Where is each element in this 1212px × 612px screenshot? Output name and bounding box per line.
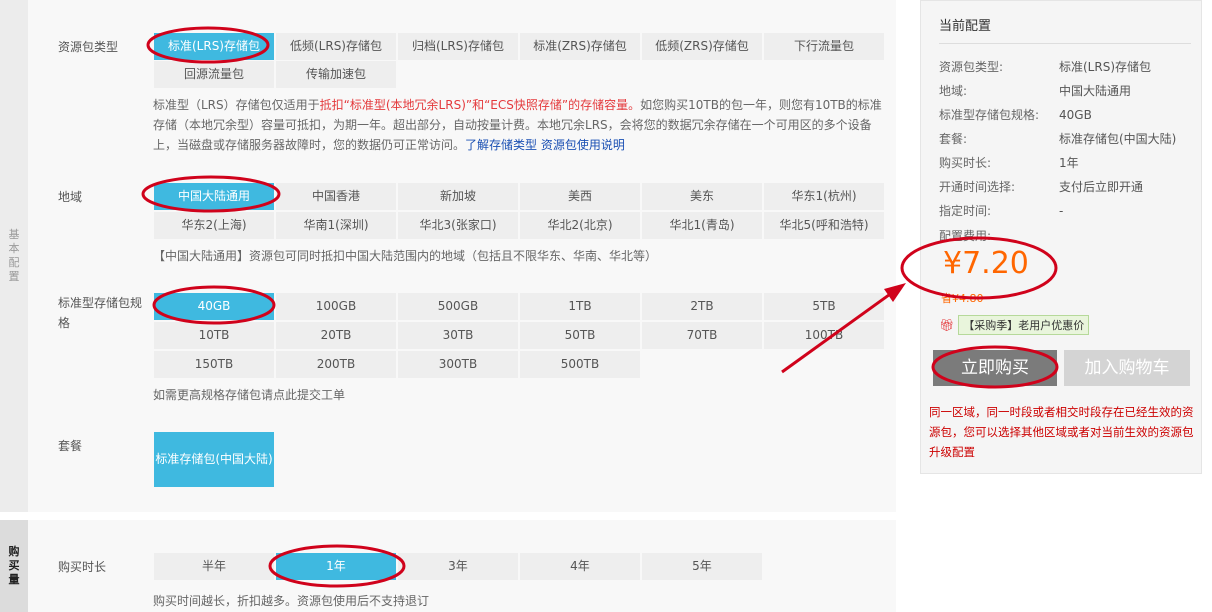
region-option[interactable]: 新加坡 [398,183,518,210]
spec-option[interactable]: 200TB [276,351,396,378]
summary-row: 资源包类型: 标准(LRS)存储包 [939,57,1199,77]
desc-text: 标准型（LRS）存储包仅适用于 [153,98,320,112]
region-label: 地域 [58,190,83,204]
region-option[interactable]: 华南1(深圳) [276,212,396,239]
order-summary: 当前配置 资源包类型: 标准(LRS)存储包 地域: 中国大陆通用 标准型存储包规格… [920,0,1202,474]
spec-option[interactable]: 50TB [520,322,640,349]
region-option[interactable]: 美东 [642,183,762,210]
summary-key: 开通时间选择: [939,180,1016,194]
spec-option[interactable]: 2TB [642,293,762,320]
region-option[interactable]: 美西 [520,183,640,210]
duration-option[interactable]: 3年 [398,553,518,580]
package-type-option[interactable]: 标准(LRS)存储包 [154,33,274,60]
price: ¥7.20 [943,246,1029,281]
summary-row: 指定时间: - [939,201,1199,221]
summary-title: 当前配置 [939,19,992,34]
package-type-label: 资源包类型 [58,40,119,54]
summary-row: 地域: 中国大陆通用 [939,81,1199,101]
spec-option[interactable]: 20TB [276,322,396,349]
summary-row: 购买时长: 1年 [939,153,1199,173]
rail-char: 量 [8,573,20,586]
summary-value: 支付后立即开通 [1059,180,1144,194]
package-type-option[interactable]: 低频(LRS)存储包 [276,33,396,60]
region-option[interactable]: 华北2(北京) [520,212,640,239]
add-to-cart-button[interactable]: 加入购物车 [1064,350,1190,386]
duration-option[interactable]: 4年 [520,553,640,580]
divider [939,43,1191,44]
section-rail-purchase: 购 买 量 [0,520,28,612]
region-option[interactable]: 中国香港 [276,183,396,210]
package-type-option[interactable]: 归档(LRS)存储包 [398,33,518,60]
spec-option[interactable]: 10TB [154,322,274,349]
package-type-option[interactable]: 下行流量包 [764,33,884,60]
rail-char: 本 [8,242,20,255]
region-option[interactable]: 华北3(张家口) [398,212,518,239]
duration-option[interactable]: 5年 [642,553,762,580]
rail-char: 基 [8,228,20,241]
duration-option[interactable]: 半年 [154,553,274,580]
package-type-option[interactable]: 回源流量包 [154,61,274,88]
savings: 省¥4.80 [941,292,984,305]
region-option[interactable]: 华东2(上海) [154,212,274,239]
spec-option[interactable]: 150TB [154,351,274,378]
spec-option[interactable]: 100TB [764,322,884,349]
summary-value: 中国大陆通用 [1059,84,1132,98]
summary-key: 标准型存储包规格: [939,108,1040,122]
rail-char: 置 [8,270,20,283]
summary-value: 标准(LRS)存储包 [1059,60,1152,74]
spec-option[interactable]: 100GB [276,293,396,320]
rail-char: 买 [8,559,20,572]
spec-option[interactable]: 70TB [642,322,762,349]
spec-option[interactable]: 30TB [398,322,518,349]
spec-ticket-hint[interactable]: 如需更高规格存储包请点此提交工单 [153,385,888,405]
spec-option[interactable]: 1TB [520,293,640,320]
spec-option[interactable]: 300TB [398,351,518,378]
summary-value: 40GB [1059,108,1092,122]
summary-row: 标准型存储包规格: 40GB [939,105,1199,125]
spec-option[interactable]: 500GB [398,293,518,320]
duration-description: 购买时间越长，折扣越多。资源包使用后不支持退订 [153,594,430,608]
summary-key: 配置费用: [939,229,992,243]
section-rail-basic-config: 基 本 配 置 [0,0,28,512]
summary-row: 开通时间选择: 支付后立即开通 [939,177,1199,197]
warning-message: 同一区域，同一时段或者相交时段存在已经生效的资源包，您可以选择其他区域或者对当前… [929,405,1194,459]
summary-key: 套餐: [939,132,968,146]
package-type-description: 标准型（LRS）存储包仅适用于抵扣“标准型(本地冗余LRS)”和“ECS快照存储… [153,95,888,155]
package-type-option[interactable]: 低频(ZRS)存储包 [642,33,762,60]
summary-key: 资源包类型: [939,60,1004,74]
rail-char: 购 [8,545,20,558]
storage-type-link[interactable]: 了解存储类型 [465,138,537,152]
region-option[interactable]: 华北1(青岛) [642,212,762,239]
region-description: 【中国大陆通用】资源包可同时抵扣中国大陆范围内的地域（包括且不限华东、华南、华北… [153,249,658,263]
summary-value: 标准存储包(中国大陆) [1059,132,1177,146]
region-option[interactable]: 华东1(杭州) [764,183,884,210]
summary-key: 购买时长: [939,156,992,170]
summary-key: 指定时间: [939,204,992,218]
gift-icon: 🎁︎ [939,318,955,332]
desc-highlight: 抵扣“标准型(本地冗余LRS)”和“ECS快照存储”的存储容量。 [319,98,641,112]
summary-key: 地域: [939,84,968,98]
promo-text: 【采购季】老用户优惠价 [958,315,1090,335]
summary-value: - [1059,204,1064,218]
spec-label: 标准型存储包规格 [58,296,143,330]
package-type-option[interactable]: 标准(ZRS)存储包 [520,33,640,60]
package-label: 套餐 [58,439,83,453]
duration-option[interactable]: 1年 [276,553,396,580]
usage-guide-link[interactable]: 资源包使用说明 [541,138,625,152]
summary-value: 1年 [1059,156,1079,170]
package-type-option[interactable]: 传输加速包 [276,61,396,88]
summary-row: 配置费用: [939,226,1199,246]
promo-badge: 🎁︎ 【采购季】老用户优惠价 [939,315,1090,335]
duration-label: 购买时长 [58,560,107,574]
spec-option[interactable]: 40GB [154,293,274,320]
spec-option[interactable]: 5TB [764,293,884,320]
package-option[interactable]: 标准存储包(中国大陆) [154,432,274,487]
buy-now-button[interactable]: 立即购买 [933,350,1057,386]
region-option[interactable]: 华北5(呼和浩特) [764,212,884,239]
summary-row: 套餐: 标准存储包(中国大陆) [939,129,1199,149]
region-option[interactable]: 中国大陆通用 [154,183,274,210]
spec-option[interactable]: 500TB [520,351,640,378]
rail-char: 配 [8,256,20,269]
